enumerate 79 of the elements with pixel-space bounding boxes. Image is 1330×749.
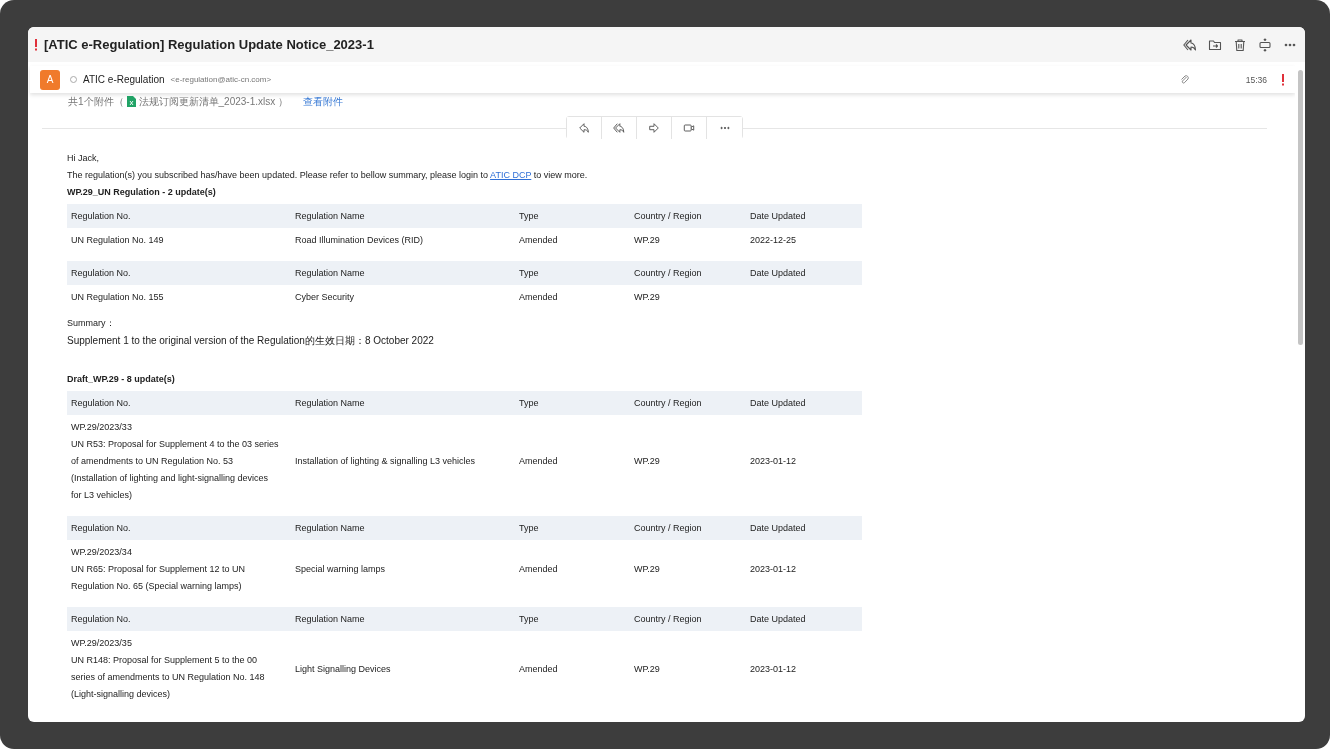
column-header: Type bbox=[515, 607, 630, 631]
attachment-filename[interactable]: 法规订阅更新清单_2023-1.xlsx bbox=[138, 94, 276, 109]
column-header: Date Updated bbox=[746, 607, 862, 631]
table-cell: WP.29 bbox=[630, 228, 746, 253]
column-header: Regulation Name bbox=[291, 204, 515, 228]
bracket-text: ） bbox=[278, 94, 289, 109]
column-header: Country / Region bbox=[630, 261, 746, 285]
table-cell: WP.29 bbox=[630, 285, 746, 310]
video-camera-icon[interactable] bbox=[683, 122, 695, 134]
summary-label: Summary： bbox=[67, 318, 116, 329]
table-cell: UN Regulation No. 155 bbox=[67, 285, 291, 310]
sender-name[interactable]: ATIC e-Regulation bbox=[83, 74, 165, 85]
column-header: Regulation No. bbox=[67, 391, 291, 415]
column-header: Date Updated bbox=[746, 261, 862, 285]
video-button[interactable] bbox=[672, 117, 707, 139]
section-heading: Draft_WP.29 - 8 update(s) bbox=[67, 374, 176, 385]
sender-avatar: A bbox=[40, 69, 60, 90]
column-header: Regulation Name bbox=[291, 607, 515, 631]
sender-email: <e-regulation@atic-cn.com> bbox=[170, 75, 272, 84]
table-cell: Cyber Security bbox=[291, 285, 515, 310]
table-cell: 2023-01-12 bbox=[746, 631, 862, 707]
column-header: Country / Region bbox=[630, 204, 746, 228]
greeting-text: Hi Jack, bbox=[67, 153, 100, 164]
table-cell: WP.29 bbox=[630, 631, 746, 707]
table-cell: 2022-12-25 bbox=[746, 228, 862, 253]
column-header: Country / Region bbox=[630, 607, 746, 631]
column-header: Regulation Name bbox=[291, 261, 515, 285]
table-cell: Road Illumination Devices (RID) bbox=[291, 228, 515, 253]
column-header: Type bbox=[515, 391, 630, 415]
column-header: Regulation No. bbox=[67, 261, 291, 285]
view-attachments-link[interactable]: 查看附件 bbox=[303, 94, 344, 109]
table-cell: Amended bbox=[515, 540, 630, 599]
table-cell: Amended bbox=[515, 228, 630, 253]
table-cell: WP.29/2023/35 UN R148: Proposal for Supplement 5 to the 00 series of amendments to UN Regulation No. 148 (Light-signalling devices) bbox=[67, 631, 291, 707]
forward-icon[interactable] bbox=[648, 122, 660, 134]
column-header: Date Updated bbox=[746, 516, 862, 540]
move-to-folder-icon[interactable] bbox=[1208, 37, 1222, 52]
reply-button[interactable] bbox=[567, 117, 602, 139]
table-cell: Amended bbox=[515, 631, 630, 707]
received-time: 15:36 bbox=[1245, 74, 1267, 85]
table-cell: Amended bbox=[515, 285, 630, 310]
delete-icon[interactable] bbox=[1233, 37, 1247, 52]
summary-text: Supplement 1 to the original version of the Regulation的生效日期：8 October 2022 bbox=[67, 335, 435, 346]
table-cell: Amended bbox=[515, 415, 630, 508]
column-header: Country / Region bbox=[630, 391, 746, 415]
window-title: [ATIC e-Regulation] Regulation Update Notice_2023-1 bbox=[44, 37, 375, 52]
forward-button[interactable] bbox=[637, 117, 672, 139]
reply-all-button[interactable] bbox=[602, 117, 637, 139]
table-cell: Installation of lighting & signalling L3 vehicles bbox=[291, 415, 515, 508]
column-header: Type bbox=[515, 261, 630, 285]
table-cell: WP.29 bbox=[630, 540, 746, 599]
reply-icon[interactable] bbox=[578, 122, 590, 134]
dcp-link[interactable]: ATIC DCP bbox=[490, 170, 532, 180]
table-cell: WP.29/2023/33 UN R53: Proposal for Supplement 4 to the 03 series of amendments to UN Regulation No. 53 (Installation of lighting and light-signalling devices for L3 vehicles) bbox=[67, 415, 291, 508]
reply-all-icon[interactable] bbox=[1183, 37, 1197, 52]
column-header: Type bbox=[515, 516, 630, 540]
spreadsheet-file-icon bbox=[126, 96, 136, 107]
column-header: Regulation Name bbox=[291, 516, 515, 540]
table-cell: WP.29 bbox=[630, 415, 746, 508]
column-header: Type bbox=[515, 204, 630, 228]
column-header: Date Updated bbox=[746, 391, 862, 415]
table-cell: Light Signalling Devices bbox=[291, 631, 515, 707]
table-cell: 2023-01-12 bbox=[746, 540, 862, 599]
column-header: Regulation No. bbox=[67, 204, 291, 228]
expand-icon[interactable] bbox=[1258, 37, 1272, 52]
intro-paragraph: The regulation(s) you subscribed has/have been updated. Please refer to bellow summary, please login to ATIC DCP to view more. bbox=[67, 170, 589, 181]
column-header: Regulation No. bbox=[67, 607, 291, 631]
attachment-count: 共1个附件（ bbox=[68, 94, 124, 109]
reply-all-icon[interactable] bbox=[613, 122, 625, 134]
column-header: Date Updated bbox=[746, 204, 862, 228]
column-header: Regulation No. bbox=[67, 516, 291, 540]
scrollbar-thumb[interactable] bbox=[1298, 70, 1303, 345]
column-header: Regulation Name bbox=[291, 391, 515, 415]
column-header: Country / Region bbox=[630, 516, 746, 540]
table-cell: UN Regulation No. 149 bbox=[67, 228, 291, 253]
table-cell: WP.29/2023/34 UN R65: Proposal for Supplement 12 to UN Regulation No. 65 (Special warning lamps) bbox=[67, 540, 291, 599]
table-cell: 2023-01-12 bbox=[746, 415, 862, 508]
table-cell: Special warning lamps bbox=[291, 540, 515, 599]
section-heading: WP.29_UN Regulation - 2 update(s) bbox=[67, 187, 217, 198]
